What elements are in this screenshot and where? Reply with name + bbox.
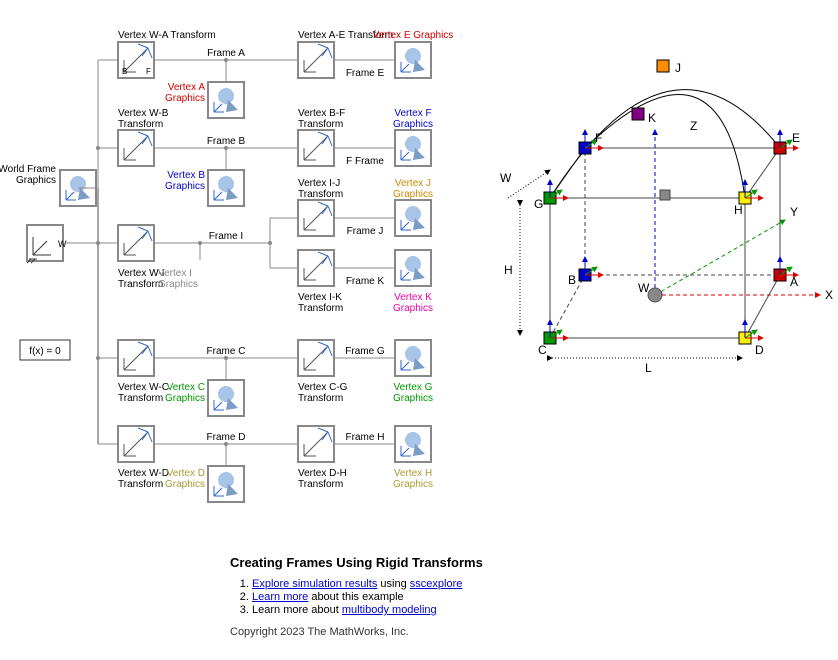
fx-label: f(x) = 0 [29, 346, 61, 357]
lbl-fg: Vertex FGraphics [393, 108, 433, 130]
svg-text:H: H [734, 203, 743, 217]
footer-item-2: Learn more about this example [252, 591, 630, 603]
svg-text:G: G [534, 197, 543, 211]
link-explore[interactable]: Explore simulation results [252, 578, 377, 590]
lbl-ig: Vertex IGraphics [158, 268, 198, 290]
lbl-jg: Vertex JGraphics [393, 178, 433, 200]
link-sscexplore[interactable]: sscexplore [410, 578, 463, 590]
lbl-ij: Vertex I-JTransform [298, 178, 343, 200]
frame-f: F Frame [346, 156, 384, 167]
block-ik-transform[interactable] [298, 250, 334, 286]
svg-text:W: W [500, 171, 512, 185]
frame-i: Frame I [209, 231, 243, 242]
frame-b: Frame B [207, 136, 246, 147]
frame-c: Frame C [207, 346, 246, 357]
lbl-ag: Vertex AGraphics [165, 82, 205, 104]
block-h-graphics[interactable] [395, 426, 431, 462]
svg-text:Y: Y [790, 205, 798, 219]
svg-text:H: H [504, 263, 513, 277]
footer-item-3: Learn more about multibody modeling [252, 604, 630, 616]
block-d-graphics[interactable] [208, 466, 244, 502]
block-cg-transform[interactable] [298, 340, 334, 376]
footer-item-1: Explore simulation results using sscexpl… [252, 578, 630, 590]
link-multibody[interactable]: multibody modeling [342, 604, 437, 616]
footer: Creating Frames Using Rigid Transforms E… [230, 555, 630, 638]
block-ae-transform[interactable] [298, 42, 334, 78]
lbl-dg: Vertex DGraphics [165, 468, 205, 490]
block-wi-transform[interactable] [118, 225, 154, 261]
block-a-graphics[interactable] [208, 82, 244, 118]
frame-e: Frame E [346, 68, 385, 79]
block-bf-transform[interactable] [298, 130, 334, 166]
block-c-graphics[interactable] [208, 380, 244, 416]
block-j-graphics[interactable] [395, 200, 431, 236]
frame-d: Frame D [207, 432, 246, 443]
svg-text:F: F [595, 131, 602, 145]
svg-text:B: B [122, 67, 127, 76]
frame-a: Frame A [207, 48, 245, 59]
lbl-ik: Vertex I-KTransform [298, 292, 343, 314]
lbl-wc: Vertex W-CTransform [118, 382, 169, 404]
block-b-graphics[interactable] [208, 170, 244, 206]
block-wc-transform[interactable] [118, 340, 154, 376]
lbl-wb: Vertex W-BTransform [118, 108, 169, 130]
label-world-frame-graphics: World FrameGraphics [0, 164, 56, 186]
svg-text:F: F [146, 67, 151, 76]
block-k-graphics[interactable] [395, 250, 431, 286]
lbl-cg2: Vertex C-GTransform [298, 382, 348, 404]
lbl-hg: Vertex HGraphics [393, 468, 433, 490]
svg-text:X: X [825, 288, 833, 302]
block-ij-transform[interactable] [298, 200, 334, 236]
block-wd-transform[interactable] [118, 426, 154, 462]
svg-text:Z: Z [690, 119, 697, 133]
lbl-wd: Vertex W-DTransform [118, 468, 169, 490]
lbl-bg: Vertex BGraphics [165, 170, 205, 192]
block-g-graphics[interactable] [395, 340, 431, 376]
svg-text:C: C [538, 343, 547, 357]
footer-title: Creating Frames Using Rigid Transforms [230, 555, 630, 570]
svg-text:J: J [675, 61, 681, 75]
frame-j: Frame J [347, 226, 384, 237]
svg-text:L: L [645, 361, 652, 375]
lbl-cg: Vertex CGraphics [165, 382, 205, 404]
svg-text:B: B [568, 273, 576, 287]
lbl-bf: Vertex B-FTransform [298, 108, 345, 130]
block-dh-transform[interactable] [298, 426, 334, 462]
block-f-graphics[interactable] [395, 130, 431, 166]
frame-k: Frame K [346, 276, 385, 287]
frame-g: Frame G [345, 346, 385, 357]
svg-text:W: W [638, 281, 650, 295]
lbl-wa: Vertex W-A Transform [118, 30, 216, 41]
block-wb-transform[interactable] [118, 130, 154, 166]
svg-text:E: E [792, 131, 800, 145]
port-w: W [58, 239, 67, 249]
cube-view: X Y Z J K C D G H B A F E W W H L [500, 60, 833, 375]
lbl-eg: Vertex E Graphics [373, 30, 454, 41]
lbl-dh: Vertex D-HTransform [298, 468, 347, 490]
link-learn-example[interactable]: Learn more [252, 591, 308, 603]
copyright: Copyright 2023 The MathWorks, Inc. [230, 626, 630, 638]
lbl-gg: Vertex GGraphics [393, 382, 433, 404]
svg-text:A: A [790, 275, 798, 289]
svg-text:K: K [648, 111, 656, 125]
block-e-graphics[interactable] [395, 42, 431, 78]
lbl-kg: Vertex KGraphics [393, 292, 433, 314]
frame-h: Frame H [346, 432, 385, 443]
svg-text:D: D [755, 343, 764, 357]
